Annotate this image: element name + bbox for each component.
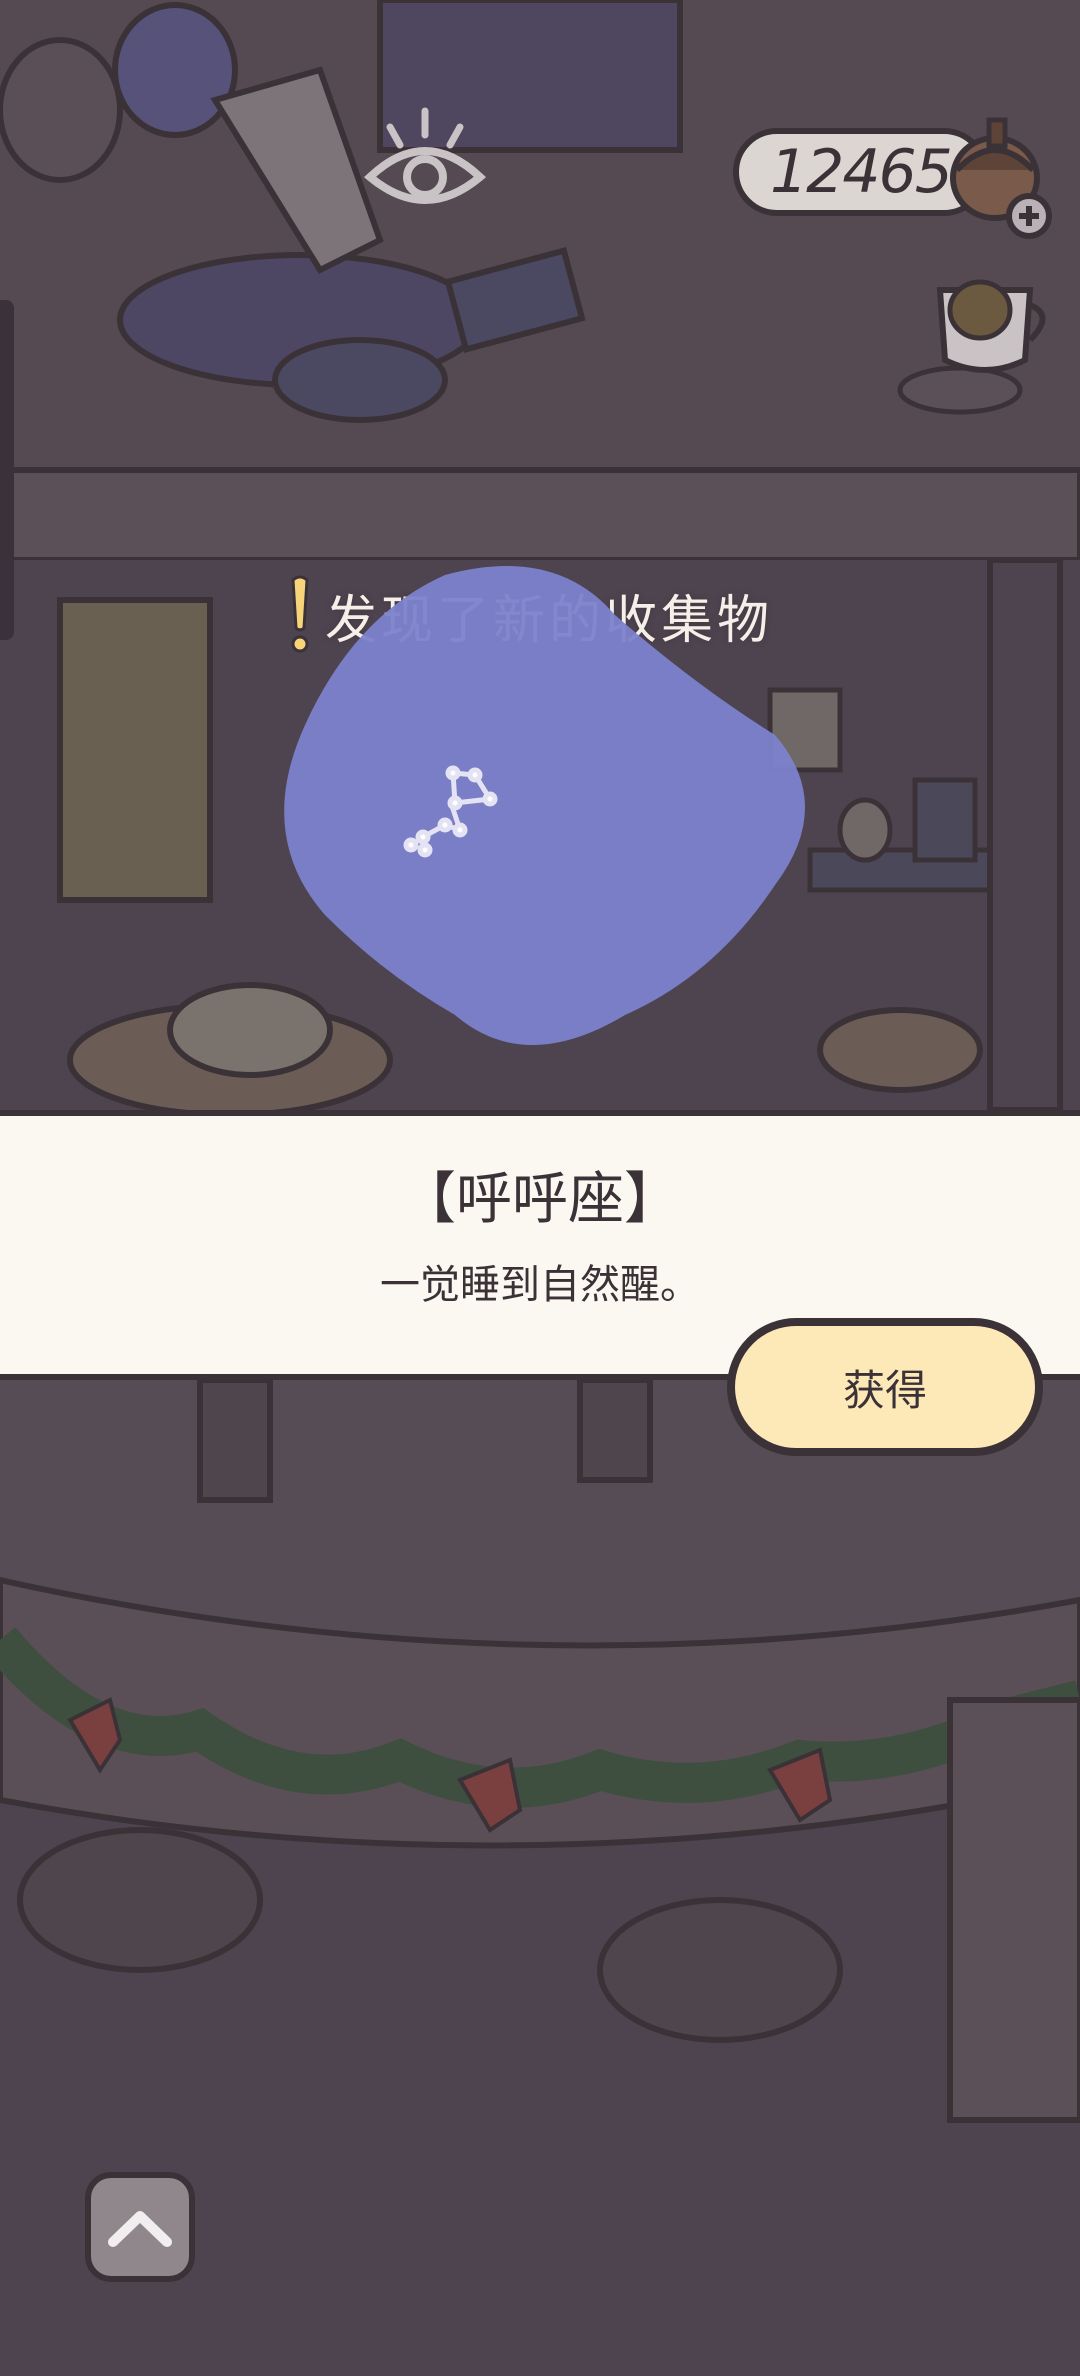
game-screen: 12465 发现了新的收集物 (0, 0, 1080, 2376)
acorn-coin-plus-icon[interactable] (945, 110, 1055, 240)
collectible-description: 一觉睡到自然醒。 (380, 1262, 700, 1308)
expand-up-button[interactable] (85, 2172, 195, 2282)
coin-count: 12465 (770, 137, 953, 207)
obtain-button[interactable]: 获得 (727, 1318, 1043, 1456)
eye-icon[interactable] (360, 105, 490, 225)
constellation-icon (284, 566, 805, 1045)
collectible-name: 【呼呼座】 (400, 1167, 680, 1232)
teacup-icon[interactable] (900, 270, 1060, 390)
chevron-up-icon (108, 2211, 172, 2247)
side-drawer-tab[interactable] (0, 300, 14, 640)
